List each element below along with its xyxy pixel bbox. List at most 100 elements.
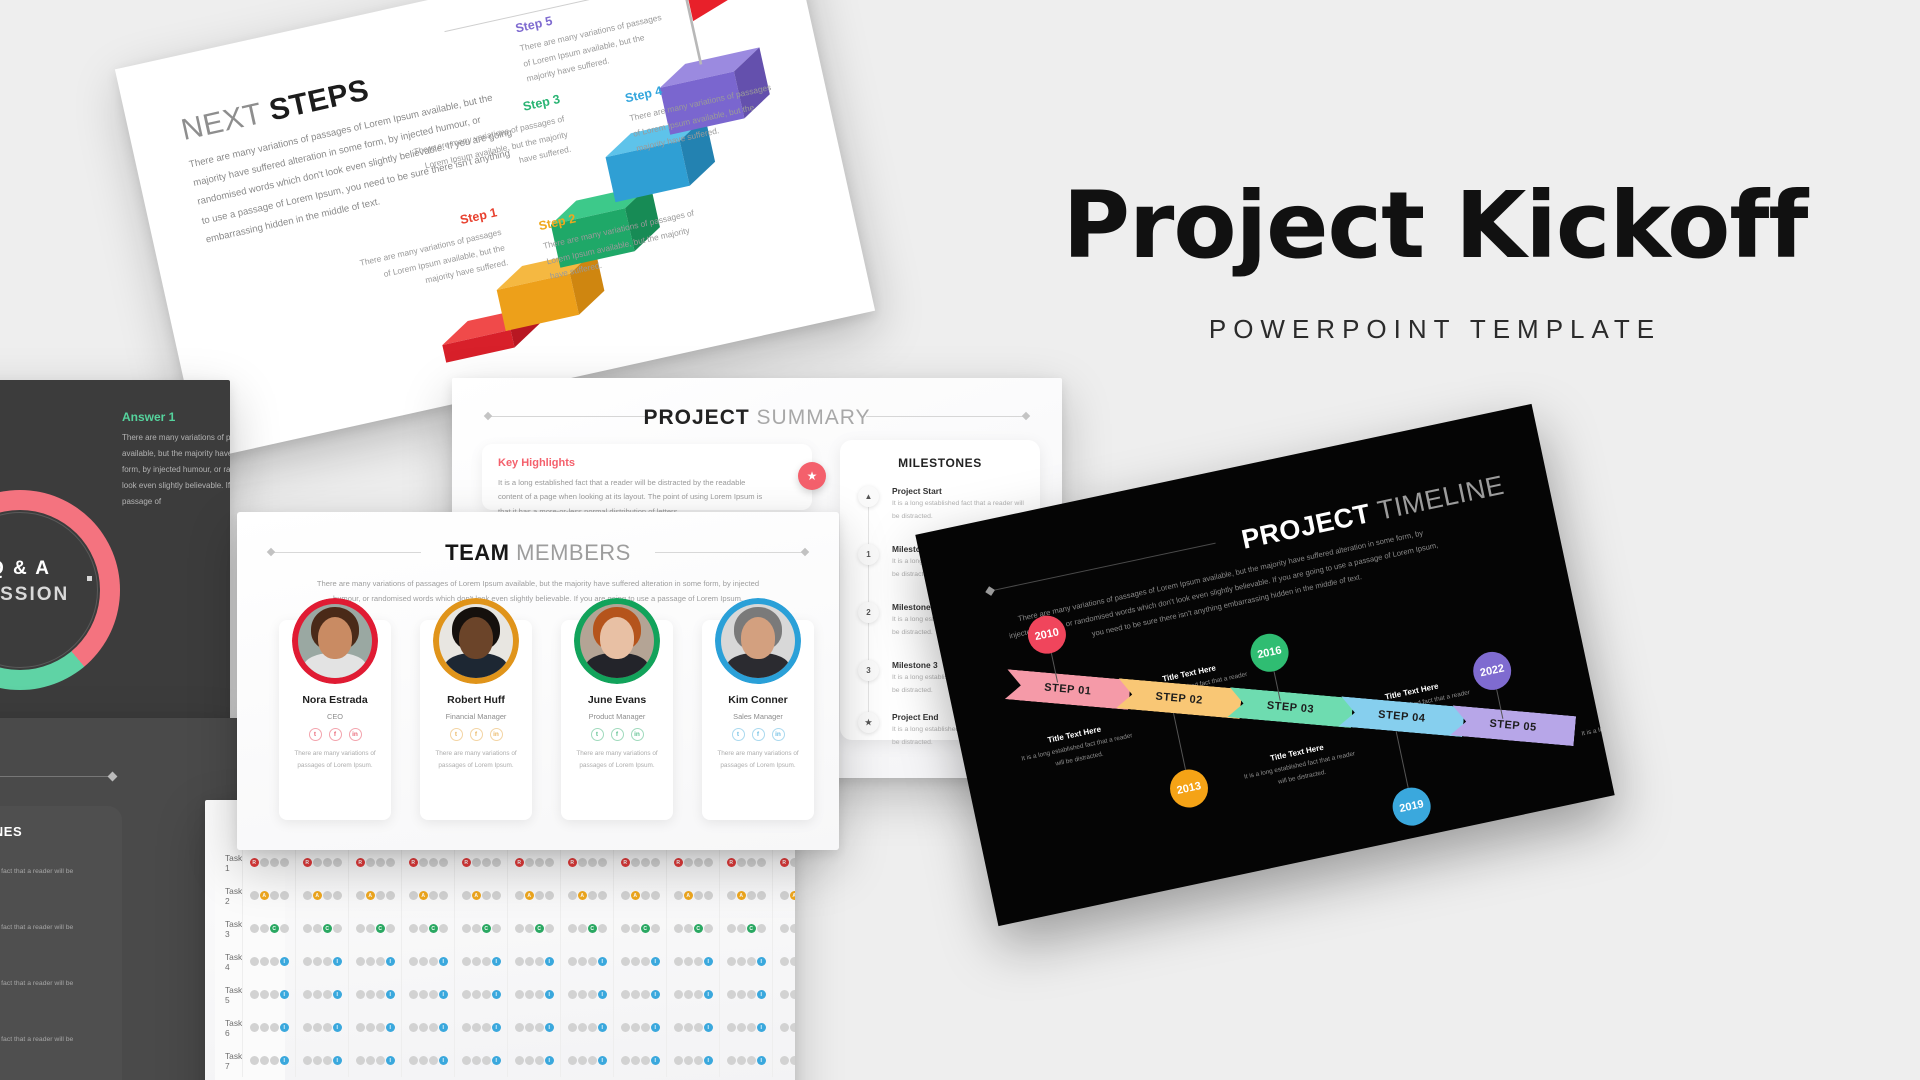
matrix-cell[interactable]: R [719,846,772,879]
matrix-cell[interactable]: I [401,1044,454,1077]
facebook-icon[interactable]: f [328,728,342,741]
matrix-cell[interactable]: C [295,912,348,945]
team-member-socials[interactable]: t f in [702,728,814,741]
matrix-cell[interactable]: A [719,879,772,912]
matrix-cell[interactable]: I [560,978,613,1011]
matrix-cell[interactable]: I [666,1011,719,1044]
matrix-cell[interactable]: I [507,1044,560,1077]
matrix-cell[interactable]: I [666,1044,719,1077]
matrix-cell[interactable]: I [719,1011,772,1044]
matrix-cell[interactable]: I [454,1011,507,1044]
twitter-icon[interactable]: t [308,728,322,741]
table-row[interactable]: Task 2 A A A A A A A A A A A [205,879,795,912]
team-member-card[interactable]: Robert Huff Financial Manager t f in There ar… [420,598,532,820]
matrix-cell[interactable]: I [295,1044,348,1077]
timeline-year-badge[interactable]: 2013 [1166,765,1212,812]
twitter-icon[interactable]: t [731,728,745,741]
slide-team-members[interactable]: TEAM MEMBERS There are many variations o… [237,512,839,850]
facebook-icon[interactable]: f [751,728,765,741]
matrix-cell[interactable]: I [348,1044,401,1077]
matrix-cell[interactable]: I [560,1011,613,1044]
matrix-cell[interactable]: R [666,846,719,879]
matrix-cell[interactable]: I [507,1011,560,1044]
timeline-step-band[interactable]: STEP 05 [1450,705,1576,746]
matrix-cell[interactable]: C [772,912,795,945]
matrix-cell[interactable]: I [348,978,401,1011]
matrix-cell[interactable]: I [401,1011,454,1044]
matrix-cell[interactable]: I [560,1044,613,1077]
matrix-cell[interactable]: I [295,945,348,978]
matrix-cell[interactable]: I [454,945,507,978]
matrix-cell[interactable]: I [772,1044,795,1077]
matrix-cell[interactable]: I [719,1044,772,1077]
matrix-cell[interactable]: R [560,846,613,879]
team-member-card[interactable]: June Evans Product Manager t f in There are m… [561,598,673,820]
matrix-cell[interactable]: I [507,945,560,978]
facebook-icon[interactable]: f [469,728,483,741]
matrix-cell[interactable]: A [613,879,666,912]
slide-qa-session[interactable]: Q & A SESSION Answer 1 There are many va… [0,380,230,720]
matrix-cell[interactable]: I [613,978,666,1011]
twitter-icon[interactable]: t [590,728,604,741]
matrix-cell[interactable]: R [242,846,295,879]
matrix-cell[interactable]: I [401,978,454,1011]
linkedin-icon[interactable]: in [771,728,785,741]
matrix-cell[interactable]: A [348,879,401,912]
matrix-cell[interactable]: C [666,912,719,945]
matrix-cell[interactable]: C [613,912,666,945]
timeline-year-badge[interactable]: 2019 [1389,784,1435,830]
matrix-cell[interactable]: I [613,1011,666,1044]
matrix-cell[interactable]: I [242,1011,295,1044]
matrix-cell[interactable]: I [401,945,454,978]
matrix-cell[interactable]: C [560,912,613,945]
twitter-icon[interactable]: t [449,728,463,741]
team-member-card[interactable]: Kim Conner Sales Manager t f in There are man… [702,598,814,820]
table-row[interactable]: Task 4IIIIIIIIIII [205,945,795,978]
linkedin-icon[interactable]: in [630,728,644,741]
matrix-cell[interactable]: I [507,978,560,1011]
matrix-cell[interactable]: R [507,846,560,879]
matrix-cell[interactable]: A [772,879,795,912]
matrix-cell[interactable]: C [454,912,507,945]
matrix-cell[interactable]: I [295,1011,348,1044]
table-row[interactable]: Task 1 R R R R R R R R R R R [205,846,795,879]
timeline-step-band[interactable]: STEP 01 [1005,669,1131,710]
matrix-cell[interactable]: I [719,978,772,1011]
matrix-cell[interactable]: I [242,1044,295,1077]
matrix-cell[interactable]: I [719,945,772,978]
matrix-cell[interactable]: I [454,978,507,1011]
matrix-cell[interactable]: A [666,879,719,912]
matrix-cell[interactable]: A [560,879,613,912]
team-member-card[interactable]: Nora Estrada CEO t f in There are many variat… [279,598,391,820]
matrix-cell[interactable]: I [772,978,795,1011]
matrix-cell[interactable]: I [242,945,295,978]
table-row[interactable]: Task 5IIIIIIIIIII [205,978,795,1011]
facebook-icon[interactable]: f [610,728,624,741]
table-row[interactable]: Task 6IIIIIIIIIII [205,1011,795,1044]
matrix-cell[interactable]: A [242,879,295,912]
matrix-cell[interactable]: A [401,879,454,912]
matrix-cell[interactable]: I [772,945,795,978]
table-row[interactable]: Task 3 C C C C C C C C C C C [205,912,795,945]
matrix-cell[interactable]: R [772,846,795,879]
linkedin-icon[interactable]: in [348,728,362,741]
matrix-cell[interactable]: I [454,1044,507,1077]
matrix-cell[interactable]: I [666,978,719,1011]
matrix-cell[interactable]: A [295,879,348,912]
timeline-step-band[interactable]: STEP 03 [1227,687,1353,728]
matrix-cell[interactable]: I [295,978,348,1011]
matrix-cell[interactable]: C [401,912,454,945]
matrix-cell[interactable]: I [613,1044,666,1077]
matrix-cell[interactable]: C [507,912,560,945]
summary-card-key-highlights[interactable]: Key Highlights It is a long established … [482,444,826,516]
matrix-cell[interactable]: I [772,1011,795,1044]
matrix-cell[interactable]: C [719,912,772,945]
matrix-cell[interactable]: R [348,846,401,879]
matrix-cell[interactable]: A [507,879,560,912]
matrix-cell[interactable]: I [560,945,613,978]
matrix-cell[interactable]: I [666,945,719,978]
matrix-cell[interactable]: C [242,912,295,945]
timeline-year-badge[interactable]: 2016 [1247,630,1293,676]
matrix-cell[interactable]: R [295,846,348,879]
matrix-cell[interactable]: R [613,846,666,879]
